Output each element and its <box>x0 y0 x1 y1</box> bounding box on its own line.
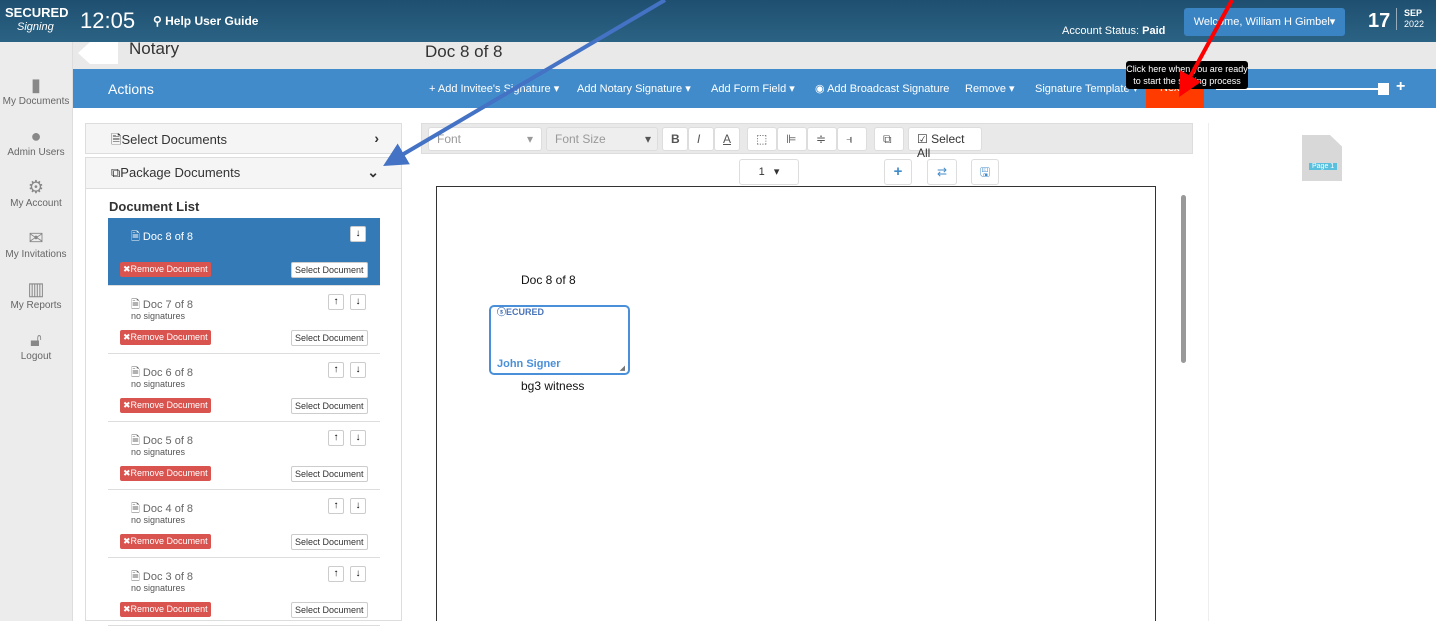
annotation-arrows <box>383 0 1234 167</box>
red-arrow <box>1179 0 1234 98</box>
blue-arrow <box>383 0 667 167</box>
